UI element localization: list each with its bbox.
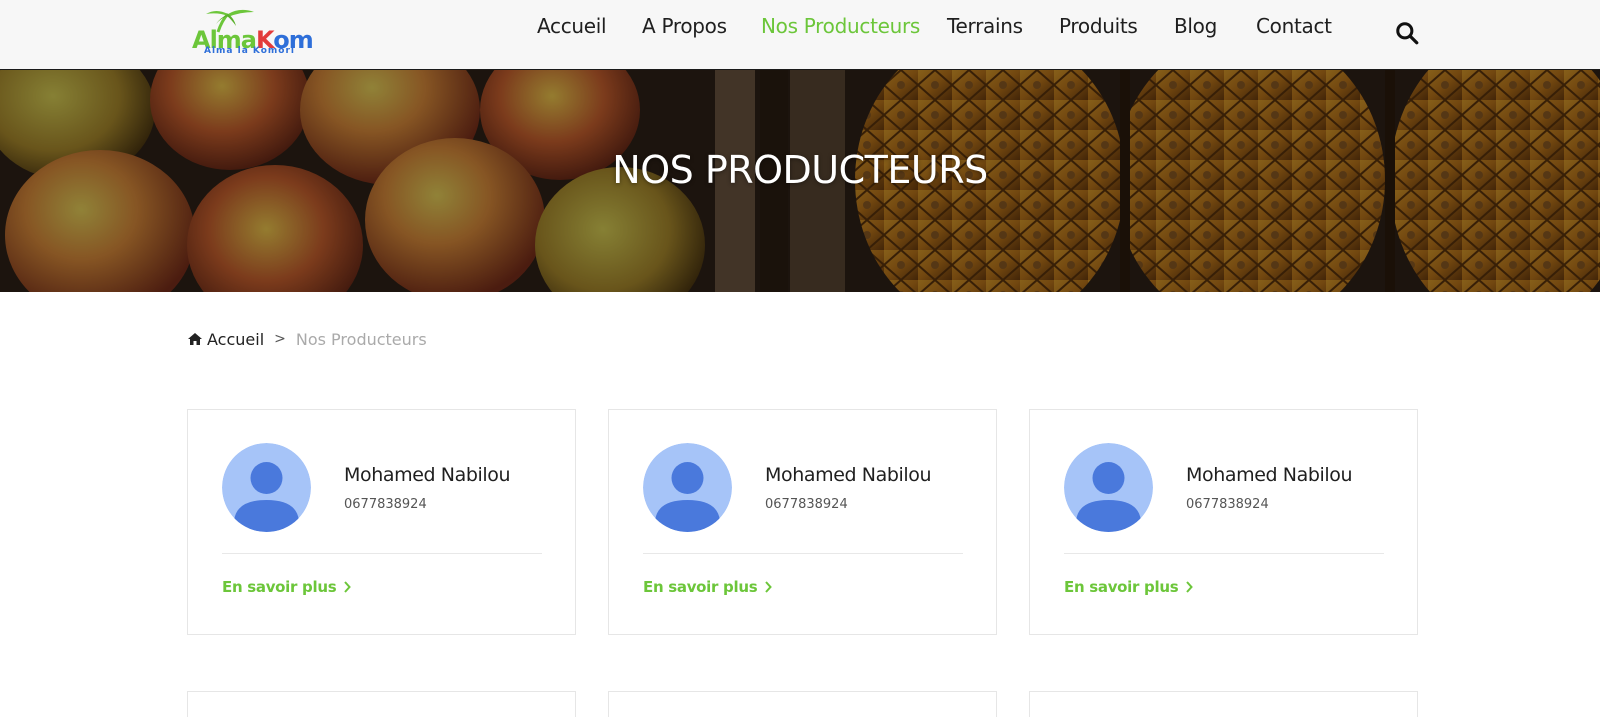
chevron-right-icon <box>344 581 352 593</box>
breadcrumb-home-label: Accueil <box>207 329 265 349</box>
search-icon[interactable] <box>1394 20 1420 46</box>
avatar <box>643 443 732 532</box>
card-divider <box>643 553 963 554</box>
learn-more-link[interactable]: En savoir plus <box>1064 578 1194 596</box>
learn-more-label: En savoir plus <box>643 578 758 596</box>
learn-more-link[interactable]: En savoir plus <box>643 578 773 596</box>
site-header: AlmaKom Alma la Komori Accueil A Propos … <box>0 0 1600 70</box>
site-logo[interactable]: AlmaKom Alma la Komori <box>190 8 340 56</box>
nav-item-nos-producteurs[interactable]: Nos Producteurs <box>761 14 920 38</box>
chevron-right-icon <box>765 581 773 593</box>
nav-item-produits[interactable]: Produits <box>1059 14 1138 38</box>
avatar <box>1064 443 1153 532</box>
card-divider <box>1064 553 1384 554</box>
producer-card: Mohamed Nabilou 0677838924 En savoir plu… <box>187 409 576 635</box>
chevron-right-icon <box>1186 581 1194 593</box>
home-icon <box>188 333 202 345</box>
learn-more-link[interactable]: En savoir plus <box>222 578 352 596</box>
avatar <box>222 443 311 532</box>
nav-item-accueil[interactable]: Accueil <box>537 14 607 38</box>
producer-phone: 0677838924 <box>765 497 848 512</box>
breadcrumb-current: Nos Producteurs <box>295 329 427 349</box>
breadcrumb-home-link[interactable]: Accueil <box>187 330 264 349</box>
nav-item-terrains[interactable]: Terrains <box>947 14 1023 38</box>
producer-card <box>1029 691 1418 717</box>
producer-card <box>187 691 576 717</box>
producer-name: Mohamed Nabilou <box>765 464 932 486</box>
producer-card: Mohamed Nabilou 0677838924 En savoir plu… <box>1029 409 1418 635</box>
producer-card: Mohamed Nabilou 0677838924 En savoir plu… <box>608 409 997 635</box>
page-title: NOS PRODUCTEURS <box>612 148 988 192</box>
producer-name: Mohamed Nabilou <box>1186 464 1353 486</box>
breadcrumb-separator: > <box>274 331 286 347</box>
card-divider <box>222 553 542 554</box>
page-banner: NOS PRODUCTEURS <box>0 70 1600 292</box>
producer-phone: 0677838924 <box>1186 497 1269 512</box>
producer-phone: 0677838924 <box>344 497 427 512</box>
logo-tagline: Alma la Komori <box>204 46 296 56</box>
nav-item-a-propos[interactable]: A Propos <box>642 14 727 38</box>
learn-more-label: En savoir plus <box>222 578 337 596</box>
nav-item-blog[interactable]: Blog <box>1174 14 1217 38</box>
producer-card <box>608 691 997 717</box>
nav-item-contact[interactable]: Contact <box>1256 14 1332 38</box>
breadcrumb: Accueil > Nos Producteurs <box>187 328 427 350</box>
producer-name: Mohamed Nabilou <box>344 464 511 486</box>
learn-more-label: En savoir plus <box>1064 578 1179 596</box>
